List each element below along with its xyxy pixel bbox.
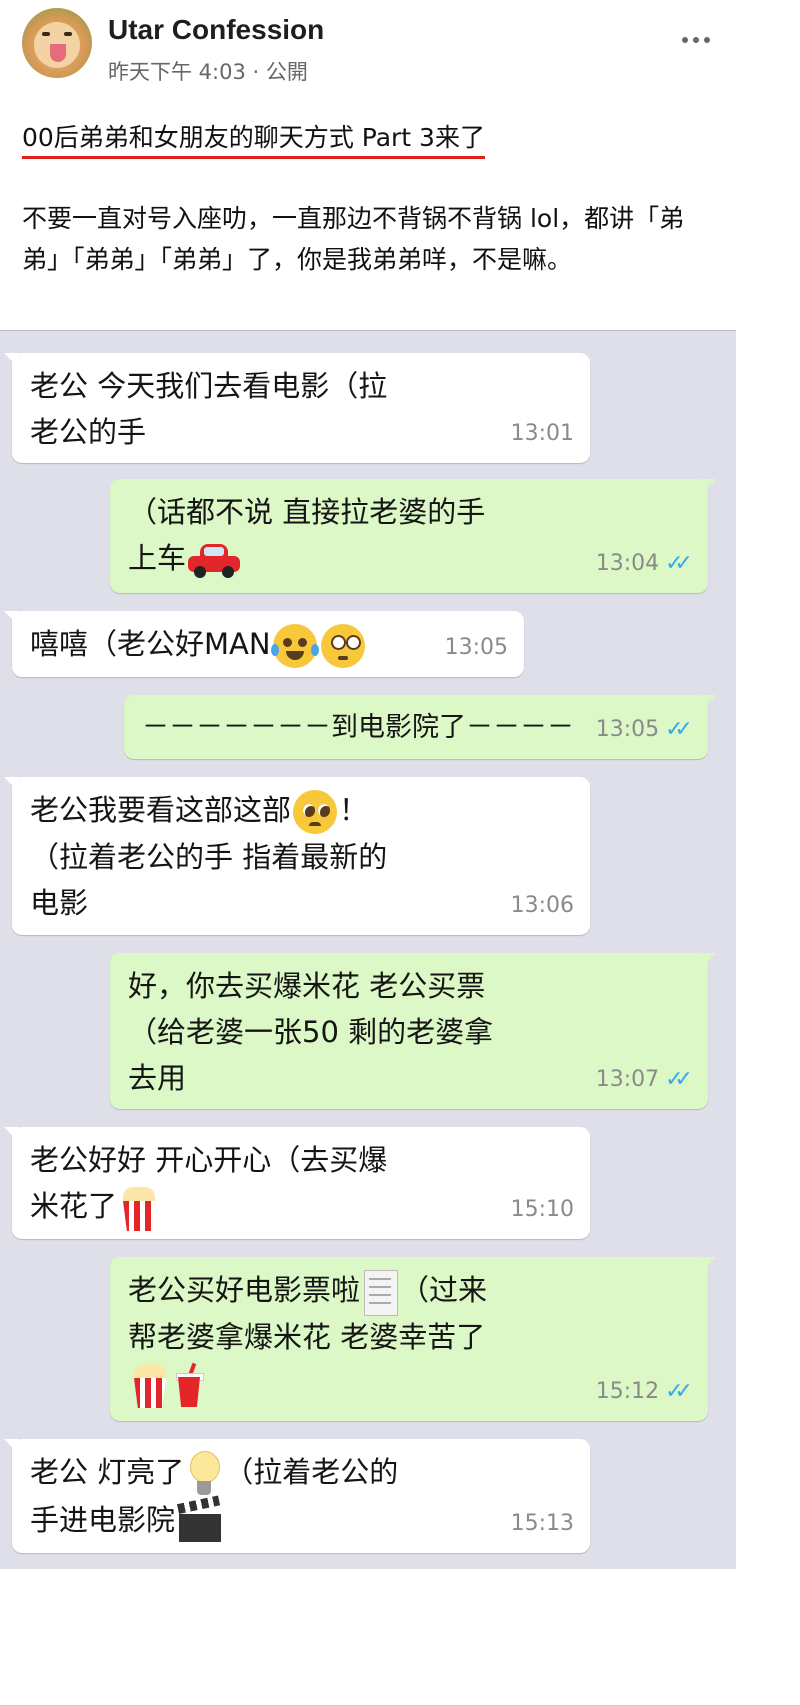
post-header: Utar Confession 昨天下午 4:03 · 公開 00后弟弟和女朋友… <box>0 0 736 330</box>
flushed-face-emoji <box>320 624 365 668</box>
more-options-icon[interactable] <box>676 26 716 54</box>
page-avatar[interactable] <box>22 8 92 78</box>
message-time: 13:06 <box>510 893 574 918</box>
message-text: 老公我要看这部这部 <box>30 793 292 827</box>
chat-bubble-incoming: 老公好好 开心开心（去买爆 米花了 15:10 <box>4 1127 590 1239</box>
post-timestamp[interactable]: 昨天下午 4:03 · 公開 <box>108 56 308 86</box>
receipt-emoji <box>362 1270 399 1316</box>
chat-bubble-incoming: 老公 今天我们去看电影（拉 老公的手 13:01 <box>4 353 590 463</box>
message-text: 嘻嘻（老公好MAN <box>30 627 271 661</box>
message-text: 老公买好电影票啦 <box>128 1273 361 1307</box>
light-bulb-emoji <box>186 1451 222 1497</box>
message-time: 15:12 <box>595 1379 660 1404</box>
chat-bubble-outgoing: 老公买好电影票啦 （过来 帮老婆拿爆米花 老婆幸苦了 15:12 ✓✓ <box>110 1257 716 1421</box>
message-time: 13:01 <box>510 421 574 446</box>
double-check-icon: ✓✓ <box>665 1379 693 1404</box>
chat-bubble-outgoing: －－－－－－－到电影院了－－－－ 13:05 ✓✓ <box>124 695 716 759</box>
tears-of-joy-emoji <box>270 624 319 668</box>
message-time: 13:04 <box>595 551 660 576</box>
chat-bubble-outgoing: （话都不说 直接拉老婆的手 上车 13:04 ✓✓ <box>110 479 716 593</box>
message-time: 15:10 <box>510 1197 574 1222</box>
pleading-face-emoji <box>293 790 338 834</box>
chat-bubble-outgoing: 好，你去买爆米花 老公买票 （给老婆一张50 剩的老婆拿 去用 13:07 ✓✓ <box>110 953 716 1109</box>
clapper-board-emoji <box>176 1495 223 1544</box>
message-time: 15:13 <box>510 1511 574 1536</box>
popcorn-emoji <box>130 1362 170 1408</box>
message-text: 老公 灯亮了 <box>30 1455 185 1489</box>
message-time: 13:07 <box>595 1067 660 1092</box>
page-name[interactable]: Utar Confession <box>108 14 324 46</box>
chat-screenshot: 老公 今天我们去看电影（拉 老公的手 13:01 （话都不说 直接拉老婆的手 上… <box>0 330 736 1569</box>
popcorn-emoji <box>119 1185 159 1231</box>
chat-bubble-incoming: 嘻嘻（老公好MAN 13:05 <box>4 611 524 677</box>
post-body: 不要一直对号入座叻，一直那边不背锅不背锅 lol，都讲「弟弟」「弟弟」「弟弟」了… <box>22 204 685 274</box>
double-check-icon: ✓✓ <box>665 717 693 742</box>
message-time: 13:05 <box>444 635 508 660</box>
message-text: （话都不说 直接拉老婆的手 上车 <box>128 495 486 575</box>
red-car-emoji <box>188 544 241 578</box>
message-text: 老公 今天我们去看电影（拉 老公的手 <box>30 369 388 449</box>
chat-bubble-incoming: 老公我要看这部这部！ （拉着老公的手 指着最新的 电影 13:06 <box>4 777 590 935</box>
message-text: 老公好好 开心开心（去买爆 米花了 <box>30 1143 388 1223</box>
double-check-icon: ✓✓ <box>665 1067 693 1092</box>
double-check-icon: ✓✓ <box>665 551 693 576</box>
chat-bubble-incoming: 老公 灯亮了 （拉着老公的 手进电影院 15:13 <box>4 1439 590 1553</box>
post-title: 00后弟弟和女朋友的聊天方式 Part 3来了 <box>22 120 485 159</box>
message-time: 13:05 <box>595 717 660 742</box>
cup-with-straw-emoji <box>174 1362 204 1407</box>
